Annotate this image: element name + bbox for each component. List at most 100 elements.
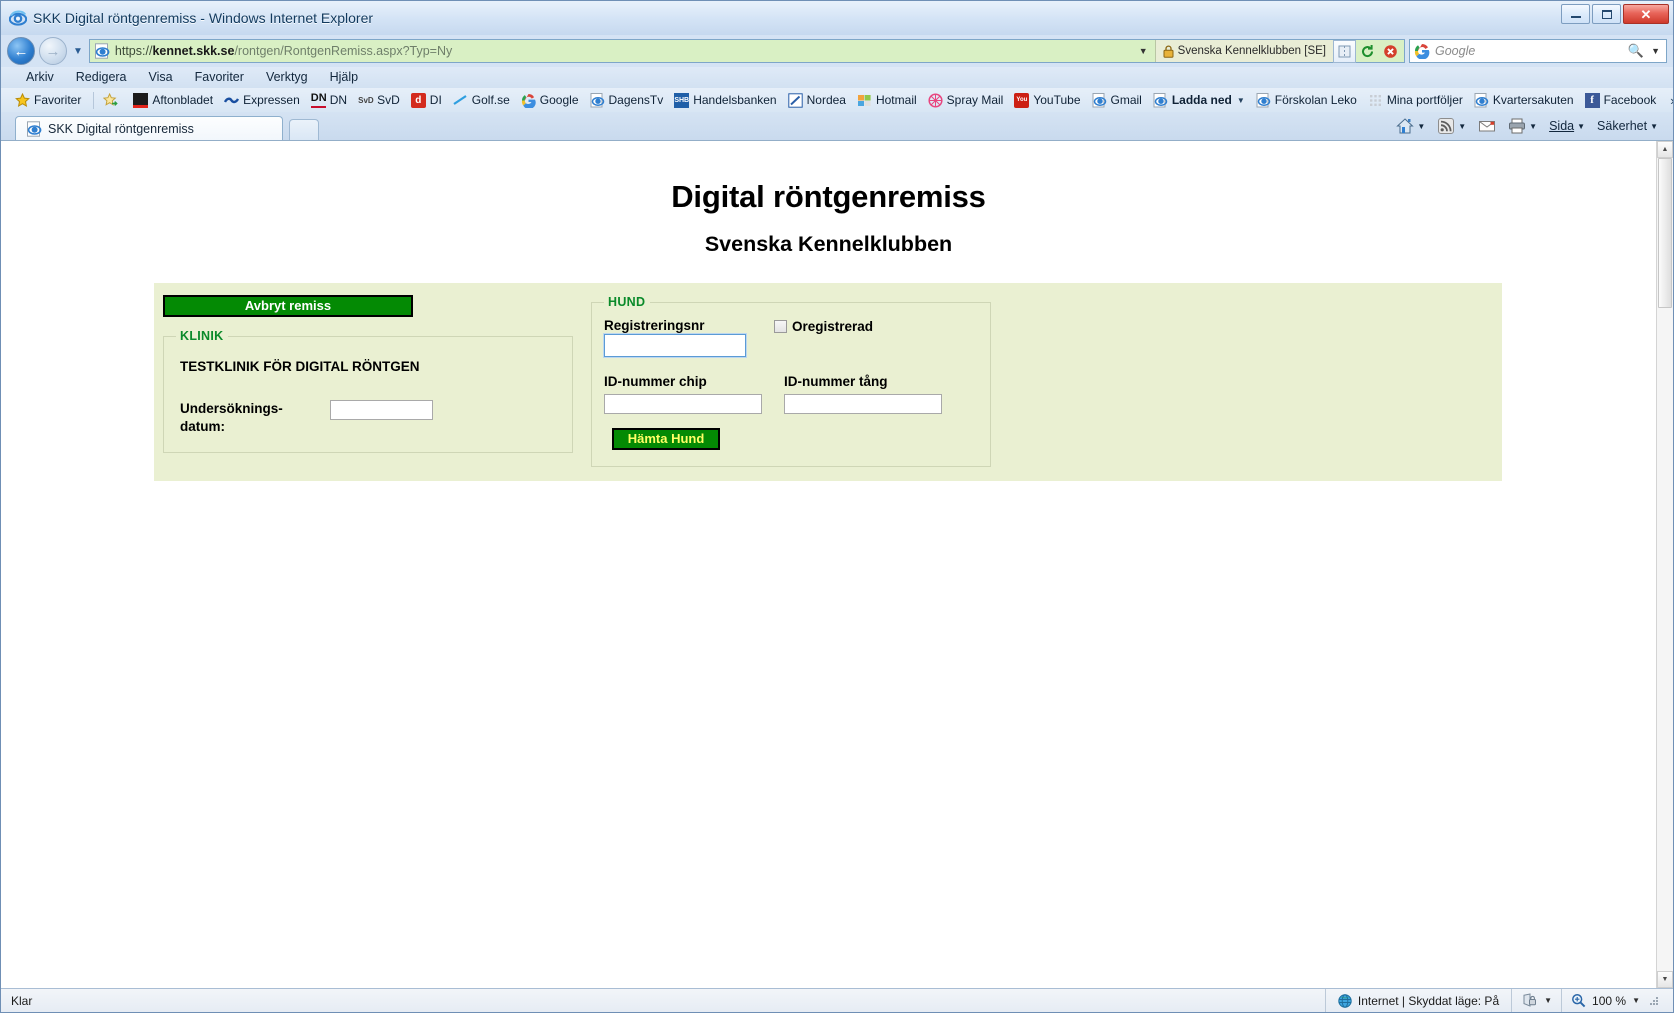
zoom-control[interactable]: 100 % ▼ — [1561, 989, 1673, 1012]
address-dropdown-icon[interactable]: ▼ — [1132, 46, 1155, 56]
chevron-down-icon[interactable]: ▼ — [1544, 996, 1552, 1005]
chevron-down-icon[interactable]: ▼ — [1417, 122, 1425, 131]
dn-icon: DN — [310, 92, 327, 108]
favorite-kvartersakuten[interactable]: Kvartersakuten — [1470, 90, 1581, 110]
safety-menu-button[interactable]: Säkerhet ▼ — [1592, 117, 1663, 135]
favorite-mina-portfoljer[interactable]: Mina portföljer — [1364, 90, 1470, 110]
ie-browser-window: SKK Digital röntgenremiss - Windows Inte… — [0, 0, 1674, 1013]
favorites-overflow-chevron-icon[interactable]: » — [1663, 93, 1673, 108]
favorite-aftonbladet[interactable]: Aftonbladet — [129, 90, 220, 110]
minimize-button[interactable] — [1561, 4, 1590, 24]
registration-label: Registreringsnr — [604, 318, 705, 333]
favorite-gmail[interactable]: Gmail — [1088, 90, 1149, 110]
search-provider-dropdown-icon[interactable]: ▼ — [1648, 46, 1663, 56]
menu-visa[interactable]: Visa — [138, 69, 184, 86]
security-zone-indicator[interactable]: Internet | Skyddat läge: På — [1324, 989, 1511, 1012]
favorite-spraymail[interactable]: Spray Mail — [924, 90, 1011, 110]
favorite-youtube[interactable]: You YouTube — [1010, 90, 1087, 110]
search-input[interactable]: Google — [1435, 44, 1624, 58]
page-menu-button[interactable]: Sida ▼ — [1544, 117, 1590, 135]
chevron-down-icon[interactable]: ▼ — [1458, 122, 1466, 131]
favorite-label: Förskolan Leko — [1274, 93, 1357, 107]
chevron-down-icon[interactable]: ▼ — [1650, 122, 1658, 131]
favorite-hotmail[interactable]: Hotmail — [853, 90, 924, 110]
favorite-label: Golf.se — [471, 93, 510, 107]
menu-hjalp[interactable]: Hjälp — [319, 69, 370, 86]
tab-skk-digital-rontgenremiss[interactable]: SKK Digital röntgenremiss — [15, 116, 283, 140]
read-mail-button[interactable] — [1473, 115, 1501, 137]
protected-mode-button[interactable]: ▼ — [1511, 989, 1561, 1012]
exam-date-input[interactable] — [330, 400, 433, 420]
page-favicon-icon — [94, 43, 110, 59]
close-button[interactable]: ✕ — [1623, 4, 1669, 24]
menu-favoriter[interactable]: Favoriter — [184, 69, 255, 86]
favorite-ladda-ned[interactable]: Ladda ned ▼ — [1149, 90, 1252, 110]
exam-date-row: Undersöknings- datum: — [180, 400, 560, 436]
favorites-button[interactable]: Favoriter — [11, 90, 88, 110]
favorite-handelsbanken[interactable]: SHB Handelsbanken — [670, 90, 783, 110]
menu-redigera[interactable]: Redigera — [65, 69, 138, 86]
favorite-svd[interactable]: SvD SvD — [354, 90, 407, 110]
favorite-expressen[interactable]: Expressen — [220, 90, 307, 110]
feeds-button[interactable]: ▼ — [1432, 115, 1471, 137]
scroll-down-button[interactable]: ▼ — [1657, 971, 1673, 988]
favorite-di[interactable]: d DI — [407, 90, 449, 110]
favorite-facebook[interactable]: f Facebook — [1581, 90, 1664, 110]
chip-group: ID-nummer chip — [604, 373, 762, 414]
favorite-golf[interactable]: Golf.se — [449, 90, 517, 110]
chevron-down-icon[interactable]: ▼ — [1529, 122, 1537, 131]
new-tab-button[interactable] — [289, 119, 319, 140]
favorite-label: Nordea — [806, 93, 846, 107]
menu-arkiv[interactable]: Arkiv — [15, 69, 65, 86]
favorite-label: DI — [429, 93, 442, 107]
refresh-button[interactable] — [1356, 40, 1379, 63]
tab-bar: SKK Digital röntgenremiss ▼ ▼ ▼ Sida ▼ S… — [1, 112, 1673, 140]
registration-input[interactable] — [603, 333, 747, 358]
nordea-icon — [787, 92, 803, 108]
fetch-dog-button[interactable]: Hämta Hund — [612, 428, 720, 450]
chevron-down-icon[interactable]: ▼ — [1632, 996, 1640, 1005]
tong-input[interactable] — [784, 394, 942, 414]
compatibility-view-button[interactable] — [1333, 39, 1356, 63]
search-magnifier-icon[interactable]: 🔍 — [1624, 43, 1648, 59]
tab-label: SKK Digital röntgenremiss — [48, 121, 194, 136]
forward-button[interactable]: → — [39, 37, 67, 65]
search-box[interactable]: Google 🔍 ▼ — [1409, 39, 1667, 63]
recent-pages-dropdown-icon[interactable]: ▼ — [71, 46, 85, 57]
favorite-dn[interactable]: DN DN — [307, 90, 354, 110]
favorite-forskolan-leko[interactable]: Förskolan Leko — [1252, 90, 1364, 110]
maximize-button[interactable] — [1592, 4, 1621, 24]
favorite-label: Ladda ned — [1171, 93, 1232, 107]
address-bar[interactable]: https://kennet.skk.se/rontgen/RontgenRem… — [88, 39, 1405, 63]
stop-button[interactable] — [1379, 40, 1402, 63]
menu-verktyg[interactable]: Verktyg — [255, 69, 319, 86]
exam-date-label-line1: Undersöknings- — [180, 401, 283, 416]
vertical-scrollbar[interactable]: ▲ ▼ — [1656, 141, 1673, 988]
scrollbar-thumb[interactable] — [1658, 158, 1672, 308]
favorite-label: Expressen — [243, 93, 300, 107]
address-bar-url: https://kennet.skk.se/rontgen/RontgenRem… — [114, 44, 453, 58]
favorite-google[interactable]: Google — [517, 90, 586, 110]
di-icon: d — [410, 92, 426, 108]
favorites-separator — [93, 91, 95, 109]
chip-label: ID-nummer chip — [604, 374, 707, 389]
chevron-down-icon[interactable]: ▼ — [1237, 96, 1245, 105]
unregistered-checkbox[interactable] — [774, 320, 787, 333]
scroll-up-button[interactable]: ▲ — [1657, 141, 1673, 158]
add-to-favorites-bar-button[interactable] — [99, 90, 129, 110]
resize-grip-icon[interactable] — [1648, 995, 1660, 1007]
favorite-nordea[interactable]: Nordea — [784, 90, 853, 110]
home-button[interactable]: ▼ — [1391, 115, 1430, 137]
favorite-dagenstv[interactable]: DagensTv — [586, 90, 671, 110]
security-identity-chip[interactable]: Svenska Kennelklubben [SE] — [1154, 40, 1333, 62]
back-button[interactable]: ← — [7, 37, 35, 65]
golf-icon — [453, 94, 467, 105]
chevron-down-icon[interactable]: ▼ — [1577, 122, 1585, 131]
broken-page-icon — [1338, 45, 1351, 57]
print-button[interactable]: ▼ — [1503, 115, 1542, 137]
expressen-icon — [224, 97, 240, 103]
cancel-referral-button[interactable]: Avbryt remiss — [163, 295, 413, 317]
chip-input[interactable] — [604, 394, 762, 414]
scrollbar-track[interactable] — [1657, 158, 1673, 971]
grid-icon — [1369, 94, 1381, 106]
